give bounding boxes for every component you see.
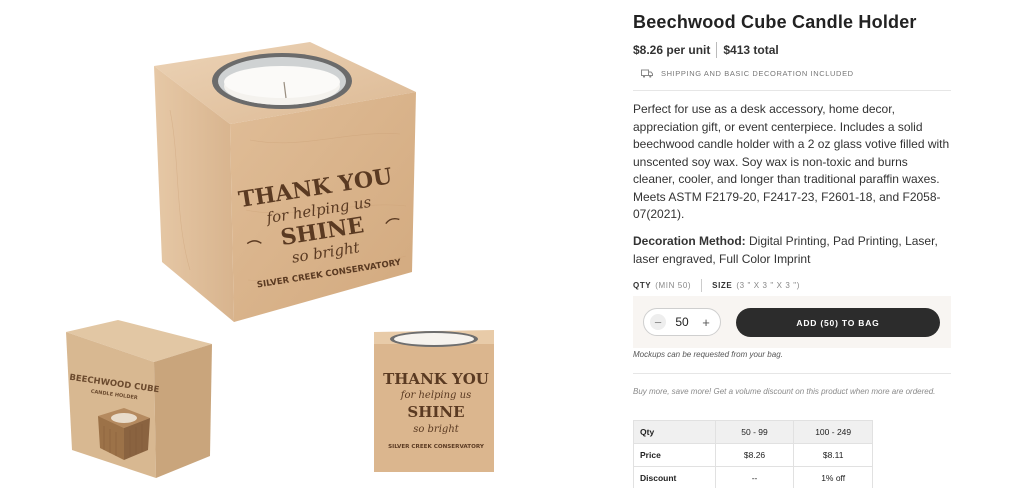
truck-icon	[641, 69, 653, 78]
mockup-note: Mockups can be requested from your bag.	[633, 350, 783, 359]
quantity-stepper: − 50 +	[643, 308, 721, 336]
main-product-image: THANK YOU for helping us SHINE so bright…	[154, 42, 416, 322]
table-cell: Discount	[633, 466, 716, 488]
table-row: Discount -- 1% off	[633, 466, 873, 488]
table-cell: --	[714, 466, 795, 488]
unit-price: $8.26 per unit	[633, 43, 711, 57]
divider	[633, 373, 951, 374]
add-to-bag-button[interactable]: ADD (50) TO BAG	[736, 308, 940, 337]
product-gallery: THANK YOU for helping us SHINE so bright…	[0, 0, 600, 488]
table-cell: Price	[633, 443, 716, 467]
shipping-note: SHIPPING AND BASIC DECORATION INCLUDED	[641, 69, 854, 78]
quantity-value[interactable]: 50	[675, 315, 688, 329]
thumb-engraving-line-2: for helping us	[400, 390, 471, 401]
table-row: Qty 50 - 99 100 - 249	[633, 420, 873, 444]
size-label[interactable]: SIZE	[712, 281, 732, 290]
thumb-engraving-line-1: THANK YOU	[383, 370, 489, 388]
thumbnail-engraved-cube[interactable]: THANK YOU for helping us SHINE so bright…	[368, 322, 503, 477]
table-cell: Qty	[633, 420, 716, 444]
table-row: Price $8.26 $8.11	[633, 443, 873, 467]
decoration-label: Decoration Method:	[633, 234, 746, 248]
size-value[interactable]: (3 " X 3 " X 3 ")	[736, 281, 800, 290]
shipping-text: SHIPPING AND BASIC DECORATION INCLUDED	[661, 69, 854, 78]
price-divider	[716, 42, 718, 58]
thumb-engraving-line-4: so bright	[413, 424, 460, 435]
total-price: $413 total	[723, 43, 779, 57]
volume-pricing-table: Qty 50 - 99 100 - 249 Price $8.26 $8.11 …	[633, 420, 873, 488]
qty-label: QTY	[633, 281, 652, 290]
options-divider	[701, 279, 703, 292]
decoration-method: Decoration Method: Digital Printing, Pad…	[633, 233, 951, 268]
divider	[633, 90, 951, 91]
minus-icon[interactable]: −	[650, 314, 666, 330]
thumb-engraving-line-3: SHINE	[407, 403, 464, 421]
table-cell: $8.26	[714, 443, 795, 467]
thumbnail-gift-box[interactable]: BEECHWOOD CUBE CANDLE HOLDER	[58, 318, 218, 483]
product-description: Perfect for use as a desk accessory, hom…	[633, 102, 950, 221]
table-cell: $8.11	[793, 443, 873, 467]
table-cell: 100 - 249	[793, 420, 873, 444]
buy-panel: − 50 + ADD (50) TO BAG	[633, 296, 951, 348]
order-options: QTY (MIN 50) SIZE (3 " X 3 " X 3 ")	[633, 279, 800, 292]
table-cell: 1% off	[793, 466, 873, 488]
thumb-engraving-line-5: SILVER CREEK CONSERVATORY	[388, 444, 485, 450]
volume-discount-note: Buy more, save more! Get a volume discou…	[633, 387, 936, 396]
product-title: Beechwood Cube Candle Holder	[633, 12, 917, 32]
price-summary: $8.26 per unit $413 total	[633, 42, 779, 58]
table-cell: 50 - 99	[714, 420, 795, 444]
qty-min: (MIN 50)	[655, 281, 692, 290]
plus-icon[interactable]: +	[698, 314, 714, 330]
